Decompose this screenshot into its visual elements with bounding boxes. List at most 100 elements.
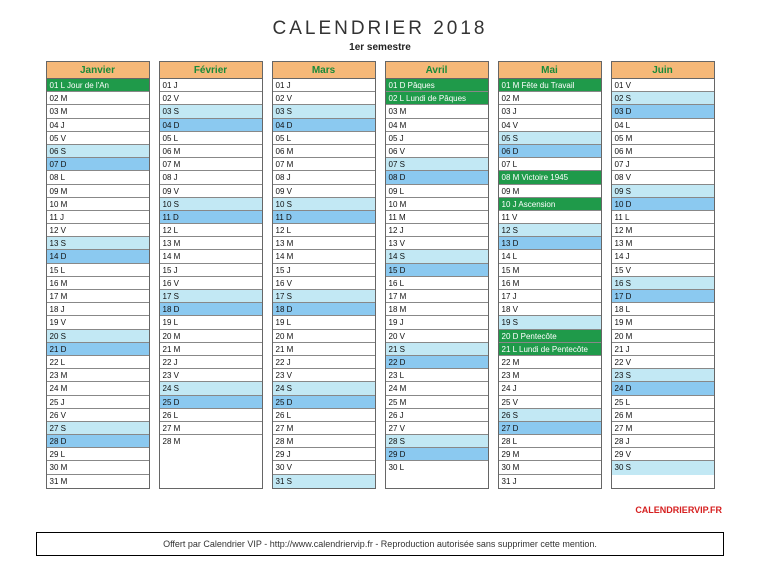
day-cell: 11 M bbox=[386, 211, 488, 224]
day-cell: 27 S bbox=[47, 422, 149, 435]
day-cell: 09 M bbox=[47, 185, 149, 198]
day-cell: 29 M bbox=[499, 448, 601, 461]
day-cell: 28 M bbox=[160, 435, 262, 448]
day-cell: 16 M bbox=[47, 277, 149, 290]
day-cell: 19 J bbox=[386, 316, 488, 329]
day-cell: 26 L bbox=[273, 409, 375, 422]
day-cell: 22 V bbox=[612, 356, 714, 369]
day-cell: 02 V bbox=[273, 92, 375, 105]
day-cell: 07 D bbox=[47, 158, 149, 171]
day-cell: 13 S bbox=[47, 237, 149, 250]
day-cell: 17 M bbox=[47, 290, 149, 303]
day-cell: 10 S bbox=[273, 198, 375, 211]
day-cell: 03 S bbox=[273, 105, 375, 118]
day-cell: 20 M bbox=[273, 330, 375, 343]
month-header: Avril bbox=[386, 62, 488, 79]
day-cell: 05 V bbox=[47, 132, 149, 145]
day-cell: 07 J bbox=[612, 158, 714, 171]
day-cell: 13 V bbox=[386, 237, 488, 250]
day-cell: 18 D bbox=[160, 303, 262, 316]
day-cell: 14 L bbox=[499, 250, 601, 263]
day-cell: 09 M bbox=[499, 185, 601, 198]
day-cell: 10 J Ascension bbox=[499, 198, 601, 211]
day-cell: 24 D bbox=[612, 382, 714, 395]
month-column: Mai01 M Fête du Travail02 M03 J04 V05 S0… bbox=[498, 61, 602, 489]
day-cell: 06 D bbox=[499, 145, 601, 158]
day-cell: 06 V bbox=[386, 145, 488, 158]
day-cell: 23 S bbox=[612, 369, 714, 382]
day-cell: 06 M bbox=[273, 145, 375, 158]
day-cell: 30 V bbox=[273, 461, 375, 474]
month-header: Juin bbox=[612, 62, 714, 79]
day-cell: 12 S bbox=[499, 224, 601, 237]
day-cell: 01 V bbox=[612, 79, 714, 92]
day-cell: 13 D bbox=[499, 237, 601, 250]
day-cell: 09 V bbox=[160, 185, 262, 198]
day-cell: 09 V bbox=[273, 185, 375, 198]
day-cell: 27 M bbox=[612, 422, 714, 435]
day-cell: 15 L bbox=[47, 264, 149, 277]
day-cell: 26 V bbox=[47, 409, 149, 422]
day-cell: 21 D bbox=[47, 343, 149, 356]
day-cell: 03 S bbox=[160, 105, 262, 118]
day-cell: 30 M bbox=[499, 461, 601, 474]
day-cell: 19 M bbox=[612, 316, 714, 329]
day-cell: 07 S bbox=[386, 158, 488, 171]
day-cell: 12 L bbox=[273, 224, 375, 237]
day-cell: 18 L bbox=[612, 303, 714, 316]
day-cell: 15 D bbox=[386, 264, 488, 277]
day-cell: 15 V bbox=[612, 264, 714, 277]
day-cell: 14 S bbox=[386, 250, 488, 263]
day-cell: 01 M Fête du Travail bbox=[499, 79, 601, 92]
day-cell: 28 J bbox=[612, 435, 714, 448]
day-cell: 22 D bbox=[386, 356, 488, 369]
page-title: CALENDRIER 2018 bbox=[36, 18, 724, 40]
day-cell: 21 M bbox=[273, 343, 375, 356]
day-cell: 25 D bbox=[160, 396, 262, 409]
day-cell: 02 L Lundi de Pâques bbox=[386, 92, 488, 105]
day-cell: 04 D bbox=[160, 119, 262, 132]
day-cell: 28 D bbox=[47, 435, 149, 448]
day-cell: 05 L bbox=[273, 132, 375, 145]
day-cell: 15 J bbox=[273, 264, 375, 277]
day-cell: 23 V bbox=[160, 369, 262, 382]
day-cell: 18 V bbox=[499, 303, 601, 316]
day-cell: 19 V bbox=[47, 316, 149, 329]
day-cell: 02 M bbox=[47, 92, 149, 105]
day-cell: 20 V bbox=[386, 330, 488, 343]
day-cell: 27 D bbox=[499, 422, 601, 435]
day-cell: 11 L bbox=[612, 211, 714, 224]
day-cell: 11 D bbox=[273, 211, 375, 224]
day-cell: 09 S bbox=[612, 185, 714, 198]
day-cell: 07 M bbox=[160, 158, 262, 171]
month-column: Février01 J02 V03 S04 D05 L06 M07 M08 J0… bbox=[159, 61, 263, 489]
day-cell: 16 V bbox=[273, 277, 375, 290]
day-cell: 02 S bbox=[612, 92, 714, 105]
day-cell: 10 D bbox=[612, 198, 714, 211]
day-cell: 17 J bbox=[499, 290, 601, 303]
day-cell: 31 J bbox=[499, 475, 601, 488]
day-cell: 28 S bbox=[386, 435, 488, 448]
month-column: Janvier01 L Jour de l'An02 M03 M04 J05 V… bbox=[46, 61, 150, 489]
day-cell: 27 M bbox=[273, 422, 375, 435]
month-header: Janvier bbox=[47, 62, 149, 79]
day-cell: 02 V bbox=[160, 92, 262, 105]
day-cell: 25 M bbox=[386, 396, 488, 409]
day-cell: 27 V bbox=[386, 422, 488, 435]
day-cell: 26 L bbox=[160, 409, 262, 422]
day-cell: 22 J bbox=[160, 356, 262, 369]
day-cell: 17 S bbox=[273, 290, 375, 303]
day-cell: 02 M bbox=[499, 92, 601, 105]
day-cell: 30 M bbox=[47, 461, 149, 474]
day-cell: 06 M bbox=[160, 145, 262, 158]
day-cell: 01 J bbox=[273, 79, 375, 92]
day-cell: 22 J bbox=[273, 356, 375, 369]
month-column: Avril01 D Pâques02 L Lundi de Pâques03 M… bbox=[385, 61, 489, 489]
day-cell: 13 M bbox=[273, 237, 375, 250]
day-cell: 01 D Pâques bbox=[386, 79, 488, 92]
day-cell: 30 L bbox=[386, 461, 488, 474]
day-cell: 26 S bbox=[499, 409, 601, 422]
brand-credit: CALENDRIERVIP.FR bbox=[635, 505, 722, 515]
day-cell: 19 L bbox=[273, 316, 375, 329]
day-cell: 22 L bbox=[47, 356, 149, 369]
